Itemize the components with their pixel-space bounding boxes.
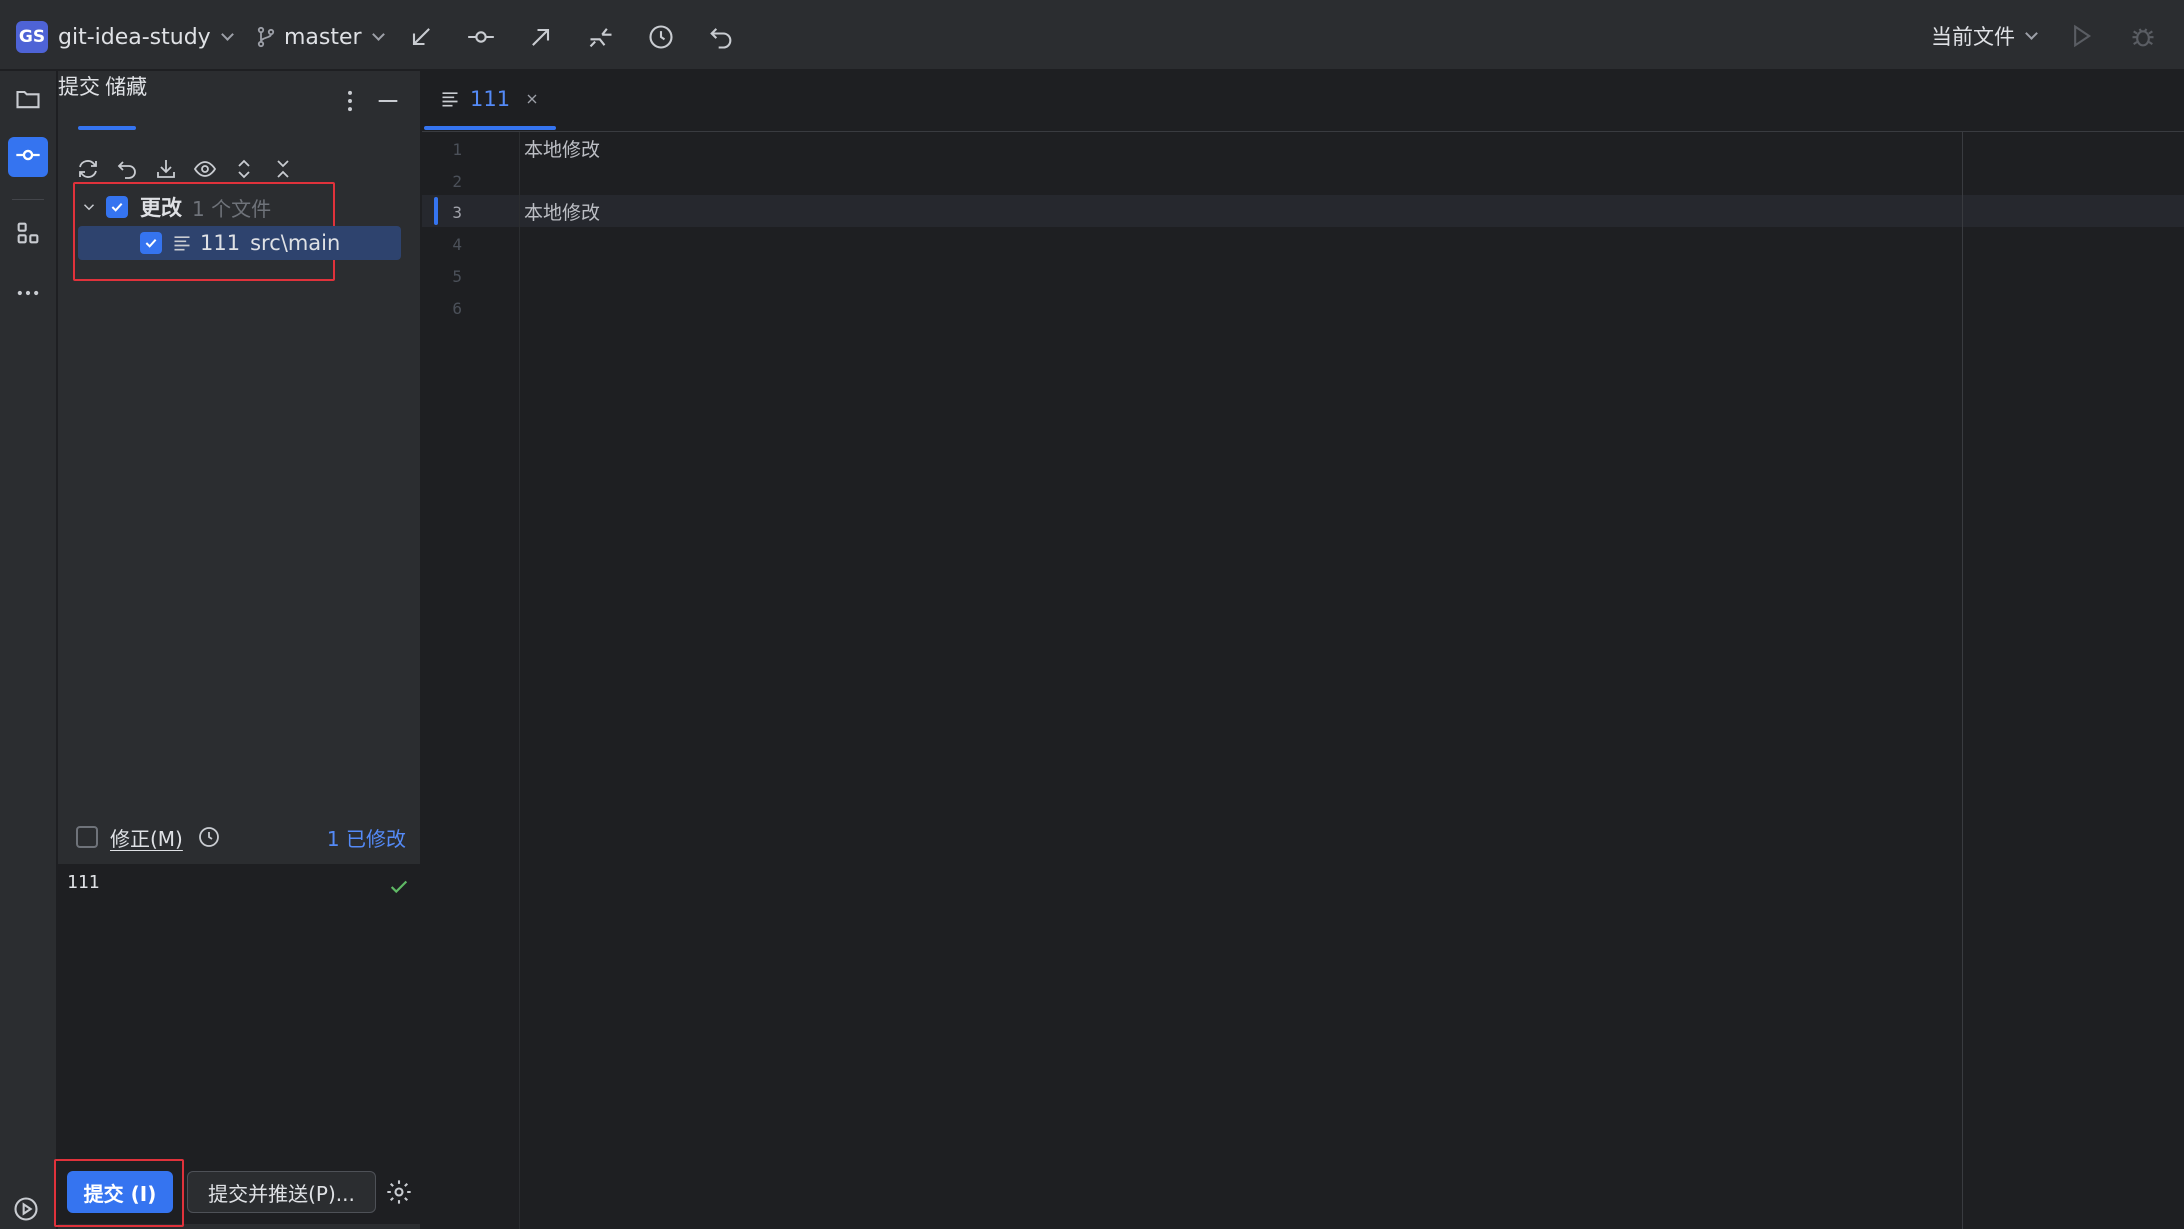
structure-tool-button[interactable] [8,215,48,255]
rail-divider [12,199,44,200]
commit-tool-button[interactable] [8,137,48,177]
text-file-icon [440,89,460,109]
editor-tab-border [422,131,2184,132]
line-number: 4 [452,235,462,254]
editor-tab[interactable]: 111 [440,87,540,111]
minimize-icon[interactable] [374,87,402,115]
more-tools-button[interactable] [8,275,48,315]
update-project-icon[interactable] [404,20,438,54]
line-number: 2 [452,172,462,191]
services-tool-button[interactable] [10,1195,42,1227]
file-name: 111 [200,231,241,255]
editor-area: 111 1 2 3 4 5 6 本地修改 本地修改 [422,71,2184,1229]
commit-and-push-button[interactable]: 提交并推送(P)... [187,1171,376,1213]
changelist-group[interactable]: 更改 1 个文件 [78,190,348,224]
active-tab-indicator [78,126,136,130]
pull-requests-icon[interactable] [584,20,618,54]
services-icon [12,1195,40,1227]
text-file-icon [172,233,192,253]
commit-tool-icon [14,141,42,173]
collapse-all-icon[interactable] [269,155,297,183]
code-line[interactable]: 本地修改 [524,135,600,162]
check-icon [388,876,410,902]
rollback-icon[interactable] [704,20,738,54]
branch-icon [254,20,278,54]
toolbar-right: 当前文件 [1931,18,2160,54]
options-menu-icon[interactable] [336,87,364,115]
code-line[interactable]: 本地修改 [524,198,600,225]
amend-checkbox[interactable] [76,826,98,848]
commit-tool-window: 提交 储藏 更改 1 个文件 111 src\main 修正(M) 1 已修改 … [54,71,421,1229]
history-icon[interactable] [644,20,678,54]
chevron-down-icon[interactable] [78,198,100,216]
chevron-down-icon [371,27,385,41]
line-number: 3 [452,203,462,222]
chevron-down-icon [2025,26,2038,40]
show-diff-icon[interactable] [191,155,219,183]
line-number: 5 [452,267,462,286]
gear-icon[interactable] [384,1177,414,1207]
expand-all-icon[interactable] [230,155,258,183]
amend-row: 修正(M) 1 已修改 [76,820,406,854]
project-name: git-idea-study [58,24,211,50]
group-checkbox[interactable] [106,196,128,218]
structure-icon [14,219,42,251]
shelve-icon[interactable] [152,155,180,183]
tab-commit[interactable]: 提交 [58,75,100,99]
amend-label[interactable]: 修正(M) [110,823,183,852]
main-toolbar: GS git-idea-study master 当前文件 [0,0,2184,70]
debug-icon[interactable] [2126,19,2160,53]
more-icon [14,279,42,311]
refresh-icon[interactable] [74,155,102,183]
ide-window: GS git-idea-study master 当前文件 提交 储藏 更改 1… [0,0,2184,1229]
commit-icon[interactable] [464,20,498,54]
commit-history-icon[interactable] [197,825,221,849]
run-icon[interactable] [2064,19,2098,53]
project-badge: GS [16,21,48,53]
file-row[interactable]: 111 src\main [78,226,401,260]
gutter-separator [519,132,520,1229]
project-selector[interactable]: GS git-idea-study [16,20,234,54]
caret-line-highlight [422,195,2184,227]
close-icon[interactable] [524,91,540,107]
line-number: 6 [452,299,462,318]
chevron-down-icon [220,27,234,41]
editor-tab-label: 111 [470,87,511,111]
run-config-label: 当前文件 [1931,25,2015,49]
push-icon[interactable] [524,20,558,54]
line-number: 1 [452,140,462,159]
tab-stash[interactable]: 储藏 [105,75,147,99]
modified-count[interactable]: 1 已修改 [327,823,406,852]
branch-selector[interactable]: master [254,20,385,54]
branch-name: master [284,24,362,50]
right-margin-guide [1962,132,1963,1229]
project-tool-button[interactable] [8,81,48,121]
group-label: 更改 [140,196,182,220]
changes-toolbar [74,155,297,183]
file-path: src\main [250,231,341,255]
commit-message-text: 111 [67,872,100,893]
run-config-selector[interactable]: 当前文件 [1931,21,2038,51]
rollback-icon[interactable] [113,155,141,183]
folder-icon [14,85,42,117]
commit-button[interactable]: 提交 (I) [67,1171,173,1213]
file-checkbox[interactable] [140,232,162,254]
group-file-count: 1 个文件 [192,196,272,221]
editor-tab-indicator [424,126,556,130]
tool-window-rail [0,71,57,1229]
